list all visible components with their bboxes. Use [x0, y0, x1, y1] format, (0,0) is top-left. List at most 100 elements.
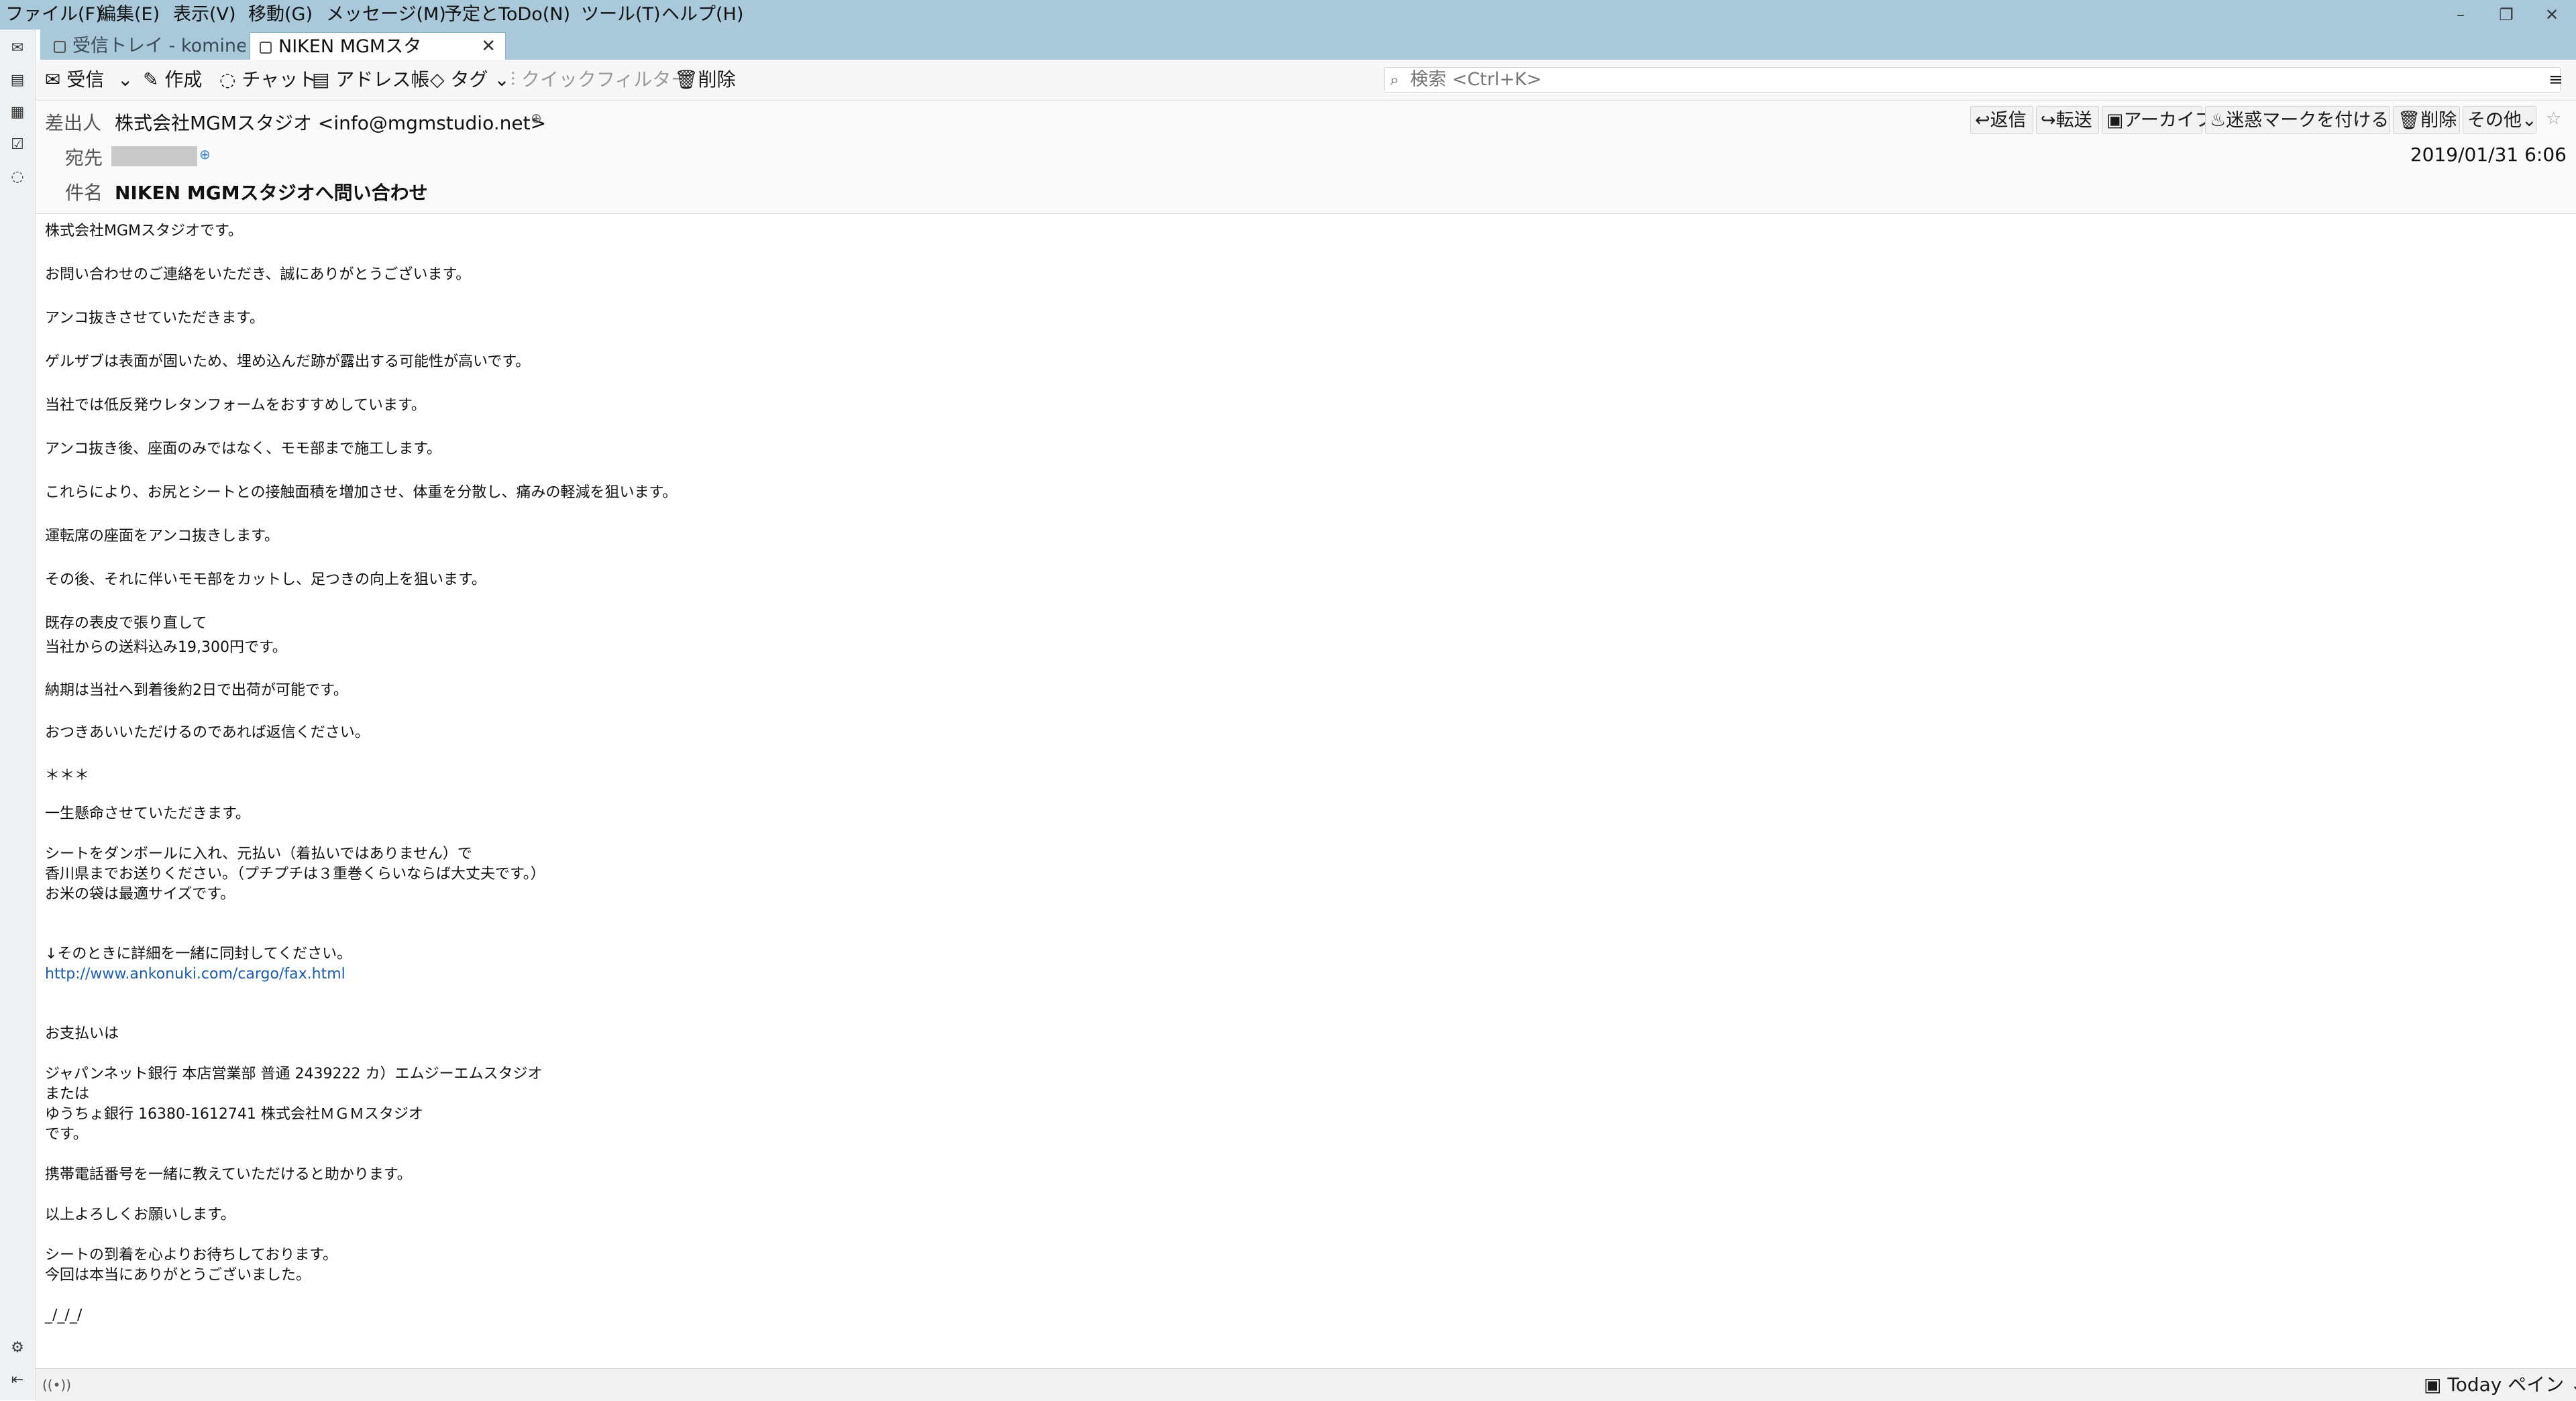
quick-filter-button[interactable]: ⫶ クイックフィルター: [511, 60, 690, 100]
tag-icon: ◇: [430, 68, 451, 91]
mail-space-icon[interactable]: ✉: [8, 39, 27, 58]
to-label: 宛先: [65, 147, 103, 169]
settings-icon[interactable]: ⚙: [8, 1339, 27, 1357]
archive-label: アーカイブ: [2123, 110, 2213, 131]
recipient-contact-icon[interactable]: ⊕: [199, 146, 211, 162]
body-line: ＊＊＊: [45, 767, 90, 784]
write-button[interactable]: ✎ 作成: [143, 60, 202, 100]
address-book-icon[interactable]: ▤: [8, 71, 27, 90]
tab-inbox[interactable]: 受信トレイ - komine: [44, 32, 246, 60]
body-line: ゆうちょ銀行 16380-1612741 株式会社ＭＧＭスタジオ: [45, 1106, 423, 1123]
message-date: 2019/01/31 6:06: [2410, 144, 2567, 166]
menu-edit[interactable]: 編集(E): [98, 0, 160, 30]
star-icon[interactable]: ☆: [2546, 109, 2561, 129]
tab-label: 受信トレイ - komine: [72, 36, 246, 56]
other-label: その他: [2467, 110, 2522, 131]
tasks-icon[interactable]: ☑: [8, 135, 27, 154]
search-icon: ⌕: [1390, 70, 1399, 89]
body-line: 株式会社MGMスタジオです。: [45, 223, 243, 239]
body-line: 運転席の座面をアンコ抜きします。: [45, 528, 279, 545]
archive-button[interactable]: ▣アーカイブ: [2102, 106, 2213, 134]
body-line: 携帯電話番号を一緒に教えていただけると助かります。: [45, 1166, 412, 1183]
body-line: 今回は本当にありがとうございました。: [45, 1267, 311, 1284]
chat-button[interactable]: ◌ チャット: [219, 60, 317, 100]
spaces-toolbar: ✉ ▤ ▦ ☑ ◌ ⚙ ⇤: [0, 30, 36, 1400]
forward-icon: ↪: [2041, 110, 2056, 131]
search-input[interactable]: [1410, 68, 2551, 92]
tab-bar: 受信トレイ - komine NIKEN MGMスタ ✕: [40, 30, 2576, 60]
today-pane-label: Today ペイン: [2447, 1374, 2565, 1396]
menu-file[interactable]: ファイル(F): [5, 0, 103, 30]
body-line: 香川県までお送りください。（プチプチは３重巻くらいならば大丈夫です。）: [45, 866, 545, 883]
calendar-icon[interactable]: ▦: [8, 103, 27, 122]
menu-message[interactable]: メッセージ(M): [326, 0, 446, 30]
tag-button[interactable]: ◇ タグ ⌄: [430, 60, 510, 100]
body-line: お支払いは: [45, 1025, 119, 1042]
body-line: おつきあいいただけるのであれば返信ください。: [45, 724, 370, 741]
junk-icon: ♨: [2210, 110, 2226, 131]
write-label: 作成: [164, 68, 203, 91]
address-book-button[interactable]: ▤ アドレス帳: [312, 60, 429, 100]
delete-button[interactable]: 🗑削除: [674, 60, 736, 100]
fax-form-link[interactable]: http://www.ankonuki.com/cargo/fax.html: [45, 965, 345, 984]
body-line: ゲルザブは表面が固いため、埋め込んだ跡が露出する可能性が高いです。: [45, 353, 531, 370]
chevron-down-icon: ⌄: [117, 68, 133, 91]
body-line: お米の袋は最適サイズです。: [45, 886, 235, 903]
online-status-icon[interactable]: ((•)): [42, 1369, 71, 1401]
body-line: お問い合わせのご連絡をいただき、誠にありがとうございます。: [45, 266, 471, 283]
body-line: アンコ抜きさせていただきます。: [45, 310, 264, 327]
chat-icon: ◌: [219, 68, 242, 91]
body-line: ↓そのときに詳細を一緒に同封してください。: [45, 946, 352, 962]
trash-icon: 🗑: [674, 68, 698, 91]
recipient-redacted: [111, 146, 197, 166]
restore-button[interactable]: ❐: [2486, 0, 2526, 30]
junk-button[interactable]: ♨迷惑マークを付ける: [2205, 106, 2390, 134]
menu-events[interactable]: 予定とToDo(N): [444, 0, 570, 30]
body-line: その後、それに伴いモモ部をカットし、足つきの向上を狙います。: [45, 571, 486, 588]
other-actions-button[interactable]: その他⌄: [2463, 106, 2537, 134]
collapse-spaces-icon[interactable]: ⇤: [8, 1371, 27, 1390]
body-line: 当社からの送料込み19,300円です。: [45, 639, 287, 656]
menu-tools[interactable]: ツール(T): [581, 0, 661, 30]
header-delete-button[interactable]: 🗑削除: [2393, 106, 2460, 134]
archive-icon: ▣: [2106, 110, 2124, 131]
reply-icon: ↩: [1975, 110, 1990, 131]
reply-button[interactable]: ↩返信: [1970, 106, 2033, 134]
close-window-button[interactable]: ✕: [2532, 0, 2572, 30]
calendar-icon: ▣: [2424, 1374, 2448, 1396]
minimize-button[interactable]: –: [2440, 0, 2481, 30]
menu-go[interactable]: 移動(G): [248, 0, 313, 30]
header-delete-label: 削除: [2420, 110, 2457, 131]
body-line: これらにより、お尻とシートとの接触面積を増加させ、体重を分散し、痛みの軽減を狙い…: [45, 484, 678, 501]
menu-help[interactable]: ヘルプ(H): [661, 0, 743, 30]
menu-view[interactable]: 表示(V): [173, 0, 236, 30]
body-line: シートの到着を心よりお待ちしております。: [45, 1247, 338, 1264]
body-line: 一生懸命させていただきます。: [45, 805, 250, 822]
tag-label: タグ: [450, 68, 488, 91]
trash-icon: 🗑: [2398, 110, 2421, 131]
subject-value: NIKEN MGMスタジオへ問い合わせ: [115, 182, 428, 204]
message-header: 差出人 株式会社MGMスタジオ <info@mgmstudio.net> ⊕ 宛…: [36, 101, 2576, 214]
filter-icon: ⫶: [511, 68, 521, 91]
address-book-label: アドレス帳: [335, 68, 430, 91]
contact-icon[interactable]: ⊕: [531, 110, 542, 126]
delete-label: 削除: [698, 68, 736, 91]
forward-button[interactable]: ↪転送: [2036, 106, 2099, 134]
chevron-down-icon: ⌄: [488, 68, 510, 91]
get-mail-dropdown[interactable]: ⌄: [117, 60, 133, 100]
today-pane-button[interactable]: ▣ Today ペイン ⌄: [2424, 1369, 2576, 1401]
tab-message[interactable]: NIKEN MGMスタ ✕: [250, 32, 506, 60]
body-line: または: [45, 1086, 90, 1103]
chevron-down-icon: ⌄: [2522, 110, 2537, 131]
chat-icon[interactable]: ◌: [8, 168, 27, 186]
from-value[interactable]: 株式会社MGMスタジオ <info@mgmstudio.net>: [115, 109, 546, 135]
app-menu-icon[interactable]: ≡: [2548, 60, 2563, 100]
body-line: シートをダンボールに入れ、元払い（着払いではありません）で: [45, 846, 472, 862]
get-mail-button[interactable]: ✉ 受信: [45, 60, 104, 100]
tab-close-icon[interactable]: ✕: [481, 33, 496, 60]
search-box[interactable]: ⌕: [1384, 67, 2561, 93]
quick-filter-label: クイックフィルター: [521, 68, 690, 91]
address-book-icon: ▤: [312, 68, 336, 91]
forward-label: 転送: [2055, 110, 2092, 131]
chat-label: チャット: [241, 68, 317, 91]
